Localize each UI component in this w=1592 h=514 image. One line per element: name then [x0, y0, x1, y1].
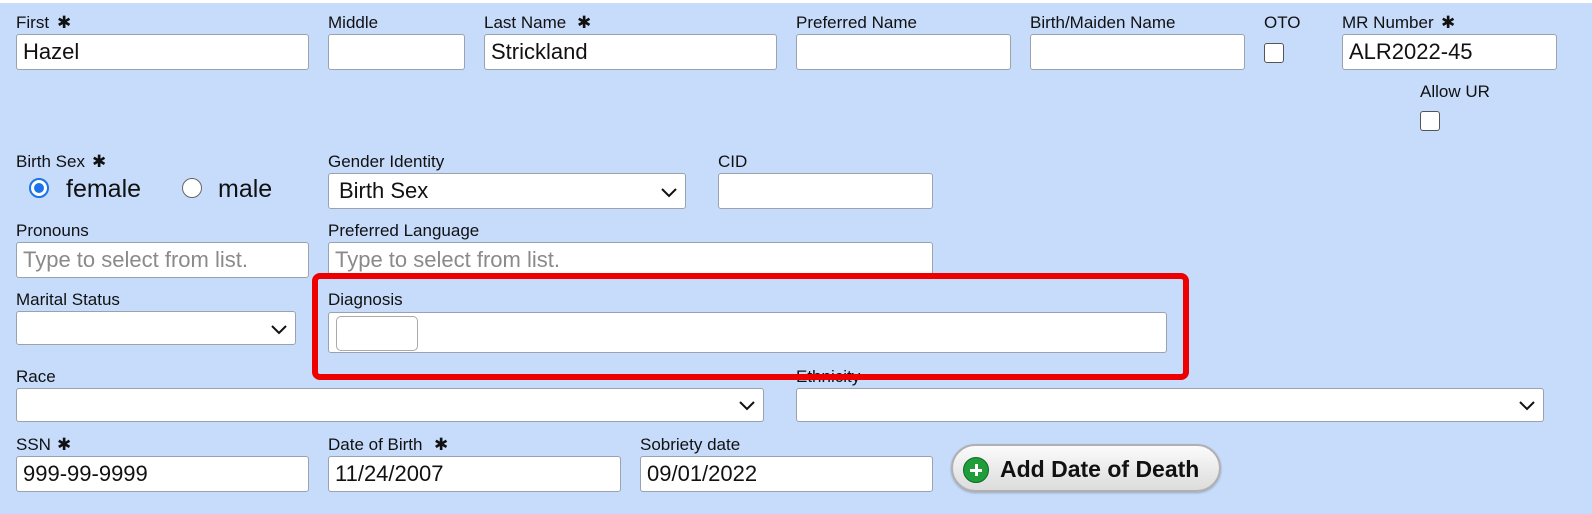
race-select[interactable]	[16, 388, 764, 422]
birth-sex-label: Birth Sex	[16, 152, 85, 171]
last-name-input[interactable]: Strickland	[484, 34, 777, 70]
required-icon: ✱	[92, 152, 107, 171]
oto-label: OTO	[1264, 13, 1301, 32]
chevron-down-icon	[1519, 401, 1535, 411]
preferred-name-label: Preferred Name	[796, 13, 917, 32]
ssn-label: SSN	[16, 435, 51, 454]
cid-input[interactable]	[718, 173, 933, 209]
required-icon: ✱	[57, 13, 72, 32]
female-radio[interactable]	[29, 178, 49, 198]
required-icon: ✱	[434, 435, 449, 454]
cid-label: CID	[718, 152, 748, 171]
preferred-name-input[interactable]	[796, 34, 1011, 70]
birth-maiden-name-input[interactable]	[1030, 34, 1245, 70]
dob-label: Date of Birth	[328, 435, 423, 454]
female-radio-label: female	[66, 175, 142, 203]
race-label: Race	[16, 367, 56, 386]
last-name-label: Last Name	[484, 13, 567, 32]
first-name-input[interactable]: Hazel	[16, 34, 309, 70]
chevron-down-icon	[271, 325, 287, 335]
pronouns-placeholder: Type to select from list.	[23, 247, 248, 272]
chevron-down-icon	[661, 188, 677, 198]
patient-demographics-panel: First ✱ Hazel Middle Last Name ✱ Strickl…	[0, 3, 1592, 514]
marital-status-label: Marital Status	[16, 290, 120, 309]
middle-name-label: Middle	[328, 13, 379, 32]
first-name-label: First	[16, 13, 50, 32]
sobriety-date-label: Sobriety date	[640, 435, 741, 454]
middle-name-input[interactable]	[328, 34, 465, 70]
ethnicity-select[interactable]	[796, 388, 1544, 422]
mr-number-label: MR Number	[1342, 13, 1434, 32]
allow-ur-label: Allow UR	[1420, 82, 1490, 101]
gender-identity-label: Gender Identity	[328, 152, 445, 171]
preferred-language-placeholder: Type to select from list.	[335, 247, 560, 272]
sobriety-date-input[interactable]: 09/01/2022	[640, 456, 933, 492]
ssn-input[interactable]: 999-99-9999	[16, 456, 309, 492]
add-date-of-death-label: Add Date of Death	[1000, 456, 1200, 482]
diagnosis-highlight-box	[312, 273, 1189, 380]
oto-checkbox[interactable]	[1264, 43, 1284, 63]
dob-input[interactable]: 11/24/2007	[328, 456, 621, 492]
required-icon: ✱	[57, 435, 72, 454]
plus-circle-icon	[963, 457, 989, 483]
male-radio-label: male	[218, 175, 273, 203]
pronouns-input[interactable]: Type to select from list.	[16, 242, 309, 278]
birth-maiden-name-label: Birth/Maiden Name	[1030, 13, 1176, 32]
marital-status-select[interactable]	[16, 311, 296, 345]
mr-number-input[interactable]: ALR2022-45	[1342, 34, 1557, 70]
add-date-of-death-button[interactable]: Add Date of Death	[951, 444, 1221, 492]
gender-identity-select[interactable]: Birth Sex	[328, 173, 686, 209]
chevron-down-icon	[739, 401, 755, 411]
preferred-language-label: Preferred Language	[328, 221, 480, 240]
male-radio[interactable]	[182, 178, 202, 198]
required-icon: ✱	[577, 13, 592, 32]
pronouns-label: Pronouns	[16, 221, 89, 240]
gender-identity-value: Birth Sex	[339, 178, 429, 203]
required-icon: ✱	[1441, 13, 1456, 32]
allow-ur-checkbox[interactable]	[1420, 111, 1440, 131]
